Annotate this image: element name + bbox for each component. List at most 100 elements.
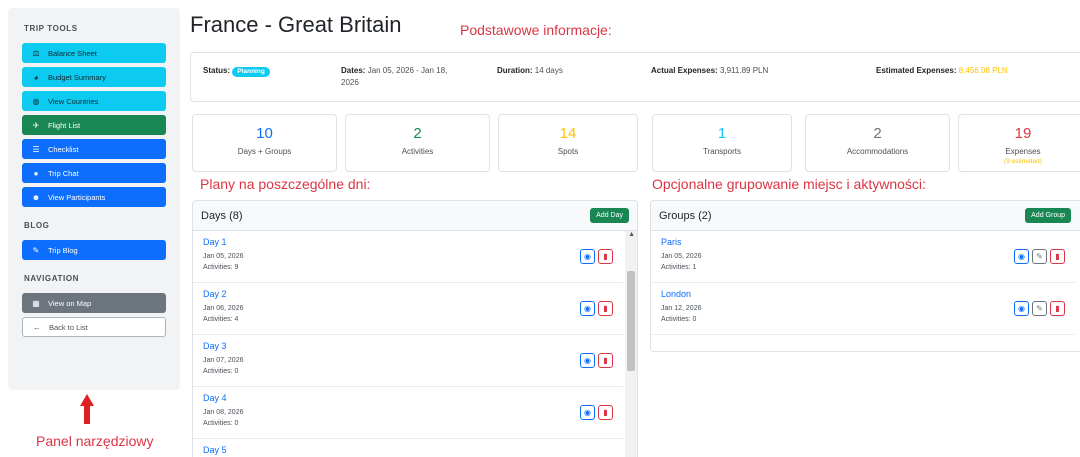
- item-meta: Jan 06, 2026 Activities: 4: [203, 303, 613, 325]
- flight-list-button[interactable]: ✈ Flight List: [22, 115, 166, 135]
- item-name[interactable]: Paris: [661, 237, 1065, 247]
- trash-icon[interactable]: ▮: [598, 405, 613, 420]
- stat-count: 14: [559, 125, 577, 142]
- stat-label: Days + Groups: [237, 147, 292, 156]
- edit-icon[interactable]: ✎: [1032, 301, 1047, 316]
- budget-summary-button[interactable]: ◕ Budget Summary: [22, 67, 166, 87]
- blog-title: BLOG: [24, 221, 50, 230]
- status-info: Status: Planning: [203, 65, 270, 77]
- stat-card-transports: 1 Transports: [652, 114, 792, 172]
- stat-card-activities: 2 Activities: [345, 114, 490, 172]
- scroll-up-icon[interactable]: ▲: [628, 231, 635, 238]
- actual-expenses-label: Actual Expenses:: [651, 66, 718, 75]
- actual-expenses-info: Actual Expenses: 3,911.89 PLN: [651, 65, 768, 77]
- stat-card-accommodations: 2 Accommodations: [805, 114, 950, 172]
- list-item[interactable]: Day 2 Jan 06, 2026 Activities: 4 ◉ ▮: [193, 283, 623, 335]
- checklist-label: Checklist: [48, 144, 79, 154]
- eye-icon[interactable]: ◉: [580, 353, 595, 368]
- days-annotation: Plany na poszczególne dni:: [200, 176, 371, 192]
- eye-icon[interactable]: ◉: [1014, 301, 1029, 316]
- item-activities: Activities: 0: [661, 316, 697, 323]
- item-date: Jan 07, 2026: [203, 357, 244, 364]
- item-actions: ◉ ▮: [580, 405, 613, 420]
- trip-chat-button[interactable]: ● Trip Chat: [22, 163, 166, 183]
- plane-icon: ✈: [32, 120, 40, 130]
- item-actions: ◉ ▮: [580, 353, 613, 368]
- eye-icon[interactable]: ◉: [1014, 249, 1029, 264]
- groups-panel-header: Groups (2) Add Group: [651, 201, 1080, 231]
- item-name[interactable]: Day 2: [203, 289, 613, 299]
- back-to-list-button[interactable]: ← Back to List: [22, 317, 166, 337]
- list-item[interactable]: Day 1 Jan 05, 2026 Activities: 9 ◉ ▮: [193, 231, 623, 283]
- checklist-button[interactable]: ☰ Checklist: [22, 139, 166, 159]
- estimated-expenses-label: Estimated Expenses:: [876, 66, 957, 75]
- stat-card-expenses: 19 Expenses (9 estimated): [958, 114, 1080, 172]
- stat-label: Transports: [703, 147, 741, 156]
- groups-annotation: Opcjonalne grupowanie miejsc i aktywnośc…: [652, 176, 926, 192]
- status-label: Status:: [203, 66, 231, 75]
- eye-icon[interactable]: ◉: [580, 249, 595, 264]
- add-group-button[interactable]: Add Group: [1025, 208, 1071, 223]
- trip-blog-button[interactable]: ✎ Trip Blog: [22, 240, 166, 260]
- eye-icon[interactable]: ◉: [580, 405, 595, 420]
- back-to-list-label: Back to List: [49, 322, 88, 332]
- days-scroll-thumb[interactable]: [627, 271, 635, 371]
- item-activities: Activities: 9: [203, 264, 239, 271]
- eye-icon[interactable]: ◉: [580, 301, 595, 316]
- item-activities: Activities: 1: [661, 264, 697, 271]
- trash-icon[interactable]: ▮: [598, 301, 613, 316]
- groups-title: Groups (2): [659, 209, 712, 222]
- item-name[interactable]: Day 5: [203, 445, 613, 455]
- item-date: Jan 06, 2026: [203, 305, 244, 312]
- basic-info-annotation: Podstawowe informacje:: [460, 22, 612, 38]
- item-activities: Activities: 4: [203, 316, 239, 323]
- arrow-left-icon: ←: [33, 322, 41, 332]
- item-actions: ◉ ▮: [580, 301, 613, 316]
- item-date: Jan 05, 2026: [661, 253, 702, 260]
- trash-icon[interactable]: ▮: [598, 249, 613, 264]
- trash-icon[interactable]: ▮: [1050, 301, 1065, 316]
- dates-info: Dates: Jan 05, 2026 - Jan 18, 2026: [341, 65, 447, 89]
- days-scrollbar[interactable]: ▲: [625, 231, 637, 457]
- balance-sheet-button[interactable]: ⚖ Balance Sheet: [22, 43, 166, 63]
- balance-icon: ⚖: [32, 48, 40, 58]
- page-title: France - Great Britain: [190, 12, 402, 37]
- dates-value-year: 2026: [341, 78, 359, 87]
- stat-count: 19: [1014, 125, 1032, 142]
- flight-list-label: Flight List: [48, 120, 81, 130]
- navigation-title: NAVIGATION: [24, 274, 80, 283]
- item-actions: ◉ ✎ ▮: [1014, 249, 1065, 264]
- item-name[interactable]: Day 1: [203, 237, 613, 247]
- estimated-expenses-info: Estimated Expenses: 8,456.08 PLN: [876, 65, 1008, 77]
- days-panel: Days (8) Add Day Day 1 Jan 05, 2026 Activi…: [192, 200, 638, 457]
- trash-icon[interactable]: ▮: [1050, 249, 1065, 264]
- list-item[interactable]: Day 5: [193, 439, 623, 457]
- edit-icon[interactable]: ✎: [1032, 249, 1047, 264]
- people-icon: ☻: [31, 192, 41, 202]
- duration-label: Duration:: [497, 66, 533, 75]
- item-date: Jan 12, 2026: [661, 305, 702, 312]
- stat-label: Spots: [557, 147, 579, 156]
- budget-summary-label: Budget Summary: [48, 72, 106, 82]
- stat-card-days-groups: 10 Days + Groups: [192, 114, 337, 172]
- item-meta: Jan 05, 2026 Activities: 9: [203, 251, 613, 273]
- item-date: Jan 08, 2026: [203, 409, 244, 416]
- item-name[interactable]: London: [661, 289, 1065, 299]
- view-countries-button[interactable]: ◍ View Countries: [22, 91, 166, 111]
- balance-sheet-label: Balance Sheet: [48, 48, 97, 58]
- arrow-up-icon: [80, 394, 94, 424]
- item-name[interactable]: Day 3: [203, 341, 613, 351]
- list-item[interactable]: London Jan 12, 2026 Activities: 0 ◉ ✎ ▮: [651, 283, 1075, 335]
- map-icon: ▦: [32, 298, 40, 308]
- trash-icon[interactable]: ▮: [598, 353, 613, 368]
- list-item[interactable]: Paris Jan 05, 2026 Activities: 1 ◉ ✎ ▮: [651, 231, 1075, 283]
- view-on-map-button[interactable]: ▦ View on Map: [22, 293, 166, 313]
- item-name[interactable]: Day 4: [203, 393, 613, 403]
- view-participants-button[interactable]: ☻ View Participants: [22, 187, 166, 207]
- list-item[interactable]: Day 4 Jan 08, 2026 Activities: 0 ◉ ▮: [193, 387, 623, 439]
- chat-icon: ●: [33, 168, 39, 178]
- list-item[interactable]: Day 3 Jan 07, 2026 Activities: 0 ◉ ▮: [193, 335, 623, 387]
- add-day-button[interactable]: Add Day: [590, 208, 629, 223]
- duration-value: 14 days: [534, 66, 563, 75]
- checklist-icon: ☰: [32, 144, 40, 154]
